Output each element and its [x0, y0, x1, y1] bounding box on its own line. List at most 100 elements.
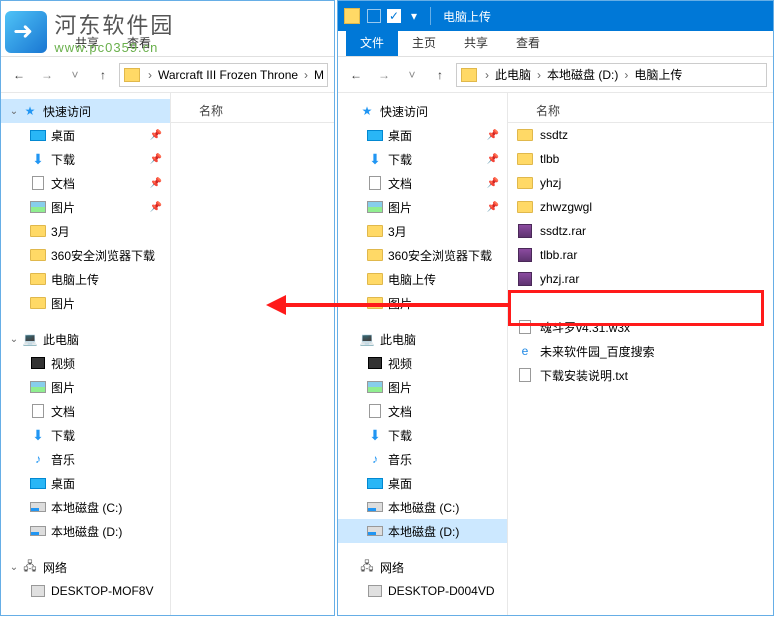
- tree-downloads-pc[interactable]: ⬇下载: [1, 423, 170, 447]
- nav-up-button[interactable]: ↑: [91, 63, 115, 87]
- tree-pictures-pc[interactable]: 图片: [1, 375, 170, 399]
- ribbon-left: 主页 共享 查看: [1, 31, 334, 57]
- tree-documents-pc[interactable]: 文档: [338, 399, 507, 423]
- tree-net-computer[interactable]: DESKTOP-D004VD: [338, 579, 507, 603]
- tree-desktop[interactable]: 桌面📌: [1, 123, 170, 147]
- document-icon: [32, 404, 44, 418]
- nav-recent-dropdown[interactable]: ˅: [400, 63, 424, 87]
- tree-label: 本地磁盘 (C:): [51, 499, 122, 516]
- tree-downloads[interactable]: ⬇下载📌: [338, 147, 507, 171]
- ribbon-tab-share[interactable]: 共享: [61, 29, 113, 56]
- list-item[interactable]: tlbb: [508, 147, 773, 171]
- tree-disk-d[interactable]: 本地磁盘 (D:): [1, 519, 170, 543]
- ribbon-tab-home[interactable]: 主页: [398, 29, 450, 56]
- tree-pictures[interactable]: 图片📌: [338, 195, 507, 219]
- nav-up-button[interactable]: ↑: [428, 63, 452, 87]
- chevron-right-icon[interactable]: ›: [144, 68, 156, 82]
- tree-disk-c[interactable]: 本地磁盘 (C:): [338, 495, 507, 519]
- tree-video[interactable]: 视频: [1, 351, 170, 375]
- tree-network[interactable]: 🖧网络: [338, 555, 507, 579]
- tree-network[interactable]: ⌄🖧网络: [1, 555, 170, 579]
- tree-upload[interactable]: 电脑上传: [1, 267, 170, 291]
- tree-3month[interactable]: 3月: [338, 219, 507, 243]
- tree-documents-pc[interactable]: 文档: [1, 399, 170, 423]
- video-icon: [368, 357, 382, 369]
- tree-downloads[interactable]: ⬇下载📌: [1, 147, 170, 171]
- ribbon-tab-share[interactable]: 共享: [450, 29, 502, 56]
- ribbon-tab-view[interactable]: 查看: [502, 29, 554, 56]
- tree-music[interactable]: ♪音乐: [1, 447, 170, 471]
- nav-back-button[interactable]: ←: [7, 63, 31, 87]
- breadcrumb-left[interactable]: › Warcraft III Frozen Throne › M: [119, 63, 328, 87]
- file-name: yhzj.rar: [540, 272, 579, 286]
- folder-icon: [517, 201, 533, 213]
- tree-net-computer[interactable]: DESKTOP-MOF8V: [1, 579, 170, 603]
- breadcrumb-seg[interactable]: 本地磁盘 (D:): [545, 66, 620, 83]
- nav-recent-dropdown[interactable]: ˅: [63, 63, 87, 87]
- qat-dropdown[interactable]: ▾: [407, 9, 421, 23]
- list-item[interactable]: e未来软件园_百度搜索: [508, 339, 773, 363]
- tree-360browser[interactable]: 360安全浏览器下载: [1, 243, 170, 267]
- list-item[interactable]: yhzj.rar: [508, 267, 773, 291]
- desktop-icon: [30, 130, 46, 141]
- tree-this-pc[interactable]: 💻此电脑: [338, 327, 507, 351]
- breadcrumb-seg[interactable]: M: [312, 68, 326, 82]
- list-item[interactable]: tlbb.rar: [508, 243, 773, 267]
- breadcrumb-seg[interactable]: 电脑上传: [632, 66, 684, 83]
- tree-pictures-pc[interactable]: 图片: [338, 375, 507, 399]
- qat-button[interactable]: ✓: [387, 9, 401, 23]
- tree-label: 快速访问: [43, 103, 91, 120]
- chevron-right-icon[interactable]: ›: [481, 68, 493, 82]
- tree-music[interactable]: ♪音乐: [338, 447, 507, 471]
- chevron-right-icon[interactable]: ›: [300, 68, 312, 82]
- chevron-right-icon[interactable]: ›: [533, 68, 545, 82]
- chevron-right-icon[interactable]: ›: [620, 68, 632, 82]
- nav-forward-button[interactable]: →: [372, 63, 396, 87]
- tree-downloads-pc[interactable]: ⬇下载: [338, 423, 507, 447]
- list-item[interactable]: ssdtz: [508, 123, 773, 147]
- tree-pictures2[interactable]: 图片: [338, 291, 507, 315]
- tree-label: 桌面: [51, 127, 75, 144]
- breadcrumb-seg[interactable]: 此电脑: [493, 66, 533, 83]
- tree-3month[interactable]: 3月: [1, 219, 170, 243]
- ribbon-tab-view[interactable]: 查看: [113, 29, 165, 56]
- tree-disk-d[interactable]: 本地磁盘 (D:): [338, 519, 507, 543]
- tree-desktop-pc[interactable]: 桌面: [1, 471, 170, 495]
- tree-label: 此电脑: [380, 331, 416, 348]
- tree-video[interactable]: 视频: [338, 351, 507, 375]
- tree-pictures[interactable]: 图片📌: [1, 195, 170, 219]
- column-header-name[interactable]: 名称: [508, 99, 773, 123]
- folder-icon: [367, 273, 383, 285]
- picture-icon: [30, 381, 46, 393]
- tree-upload[interactable]: 电脑上传: [338, 267, 507, 291]
- ribbon-right: 文件 主页 共享 查看: [338, 31, 773, 57]
- explorer-window-left: 主页 共享 查看 ← → ˅ ↑ › Warcraft III Frozen T…: [0, 0, 335, 616]
- list-item[interactable]: 下载安装说明.txt: [508, 363, 773, 387]
- video-icon: [31, 357, 45, 369]
- pin-icon: 📌: [150, 202, 162, 213]
- list-item[interactable]: ssdtz.rar: [508, 219, 773, 243]
- folder-icon: [30, 225, 46, 237]
- ribbon-tab-file[interactable]: 文件: [346, 29, 398, 56]
- list-item[interactable]: yhzj: [508, 171, 773, 195]
- tree-quick-access[interactable]: ⌄★快速访问: [1, 99, 170, 123]
- tree-desktop-pc[interactable]: 桌面: [338, 471, 507, 495]
- list-item-highlighted[interactable]: 魂斗罗v4.31.w3x: [508, 315, 773, 339]
- list-item[interactable]: zhwzgwgl: [508, 195, 773, 219]
- nav-forward-button[interactable]: →: [35, 63, 59, 87]
- tree-this-pc[interactable]: ⌄💻此电脑: [1, 327, 170, 351]
- ribbon-tab-home[interactable]: 主页: [9, 29, 61, 56]
- tree-desktop[interactable]: 桌面📌: [338, 123, 507, 147]
- file-name: 未来软件园_百度搜索: [540, 343, 655, 360]
- tree-quick-access[interactable]: ★快速访问: [338, 99, 507, 123]
- tree-documents[interactable]: 文档📌: [338, 171, 507, 195]
- qat-button[interactable]: [367, 9, 381, 23]
- tree-disk-c[interactable]: 本地磁盘 (C:): [1, 495, 170, 519]
- breadcrumb-seg[interactable]: Warcraft III Frozen Throne: [156, 68, 300, 82]
- tree-pictures2[interactable]: 图片: [1, 291, 170, 315]
- breadcrumb-right[interactable]: › 此电脑 › 本地磁盘 (D:) › 电脑上传: [456, 63, 767, 87]
- tree-360browser[interactable]: 360安全浏览器下载: [338, 243, 507, 267]
- tree-documents[interactable]: 文档📌: [1, 171, 170, 195]
- column-header-name[interactable]: 名称: [171, 99, 334, 123]
- nav-back-button[interactable]: ←: [344, 63, 368, 87]
